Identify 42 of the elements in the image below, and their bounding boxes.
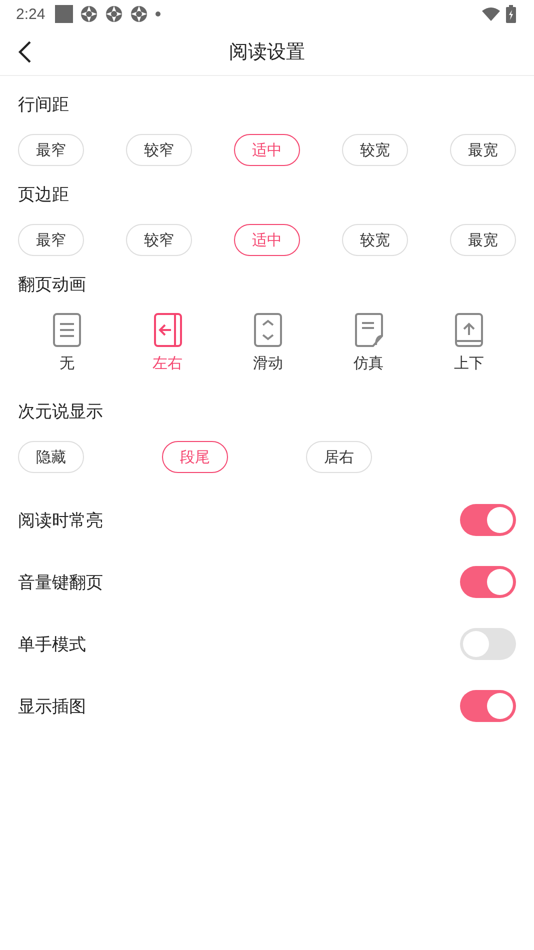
up-down-chevron-icon: [253, 312, 283, 348]
animation-option[interactable]: 滑动: [235, 312, 301, 373]
setting-label: 音量键翻页: [18, 572, 103, 594]
animation-option[interactable]: 仿真: [336, 312, 402, 373]
section-label: 翻页动画: [18, 274, 87, 296]
setting-label: 单手模式: [18, 634, 86, 656]
animation-option[interactable]: 上下: [436, 312, 502, 373]
animation-option[interactable]: 无: [34, 312, 100, 373]
option-chip[interactable]: 较窄: [126, 134, 192, 166]
battery-icon: [506, 5, 516, 23]
aperture-icon: [80, 5, 98, 23]
option-chip[interactable]: 段尾: [162, 441, 228, 473]
setting-label: 显示插图: [18, 696, 86, 718]
notification-square-icon: [55, 5, 74, 23]
option-chip[interactable]: 最窄: [18, 224, 84, 256]
page-title: 阅读设置: [229, 40, 305, 64]
option-chip[interactable]: 较宽: [342, 224, 408, 256]
dot-icon: [155, 11, 162, 17]
animation-option[interactable]: 左右: [134, 312, 200, 373]
wifi-icon: [482, 7, 500, 21]
option-chip[interactable]: 居右: [306, 441, 372, 473]
option-chip[interactable]: 较宽: [342, 134, 408, 166]
option-chip[interactable]: 适中: [234, 134, 300, 166]
page-curl-icon: [354, 312, 384, 348]
toggle-switch[interactable]: [460, 690, 516, 722]
option-chip[interactable]: 较窄: [126, 224, 192, 256]
option-chip[interactable]: 最窄: [18, 134, 84, 166]
option-chip[interactable]: 适中: [234, 224, 300, 256]
section-label: 次元说显示: [18, 401, 104, 423]
aperture-icon: [130, 5, 148, 23]
toggle-switch[interactable]: [460, 504, 516, 536]
toggle-switch[interactable]: [460, 566, 516, 598]
toggle-switch[interactable]: [460, 628, 516, 660]
aperture-icon: [105, 5, 124, 23]
section-label: 页边距: [18, 184, 70, 206]
setting-label: 阅读时常亮: [18, 510, 103, 532]
option-chip[interactable]: 最宽: [450, 224, 516, 256]
option-chip[interactable]: 隐藏: [18, 441, 84, 473]
section-label: 行间距: [18, 94, 70, 116]
page-lines-icon: [52, 312, 82, 348]
status-time: 2:24: [16, 6, 46, 22]
option-chip[interactable]: 最宽: [450, 134, 516, 166]
